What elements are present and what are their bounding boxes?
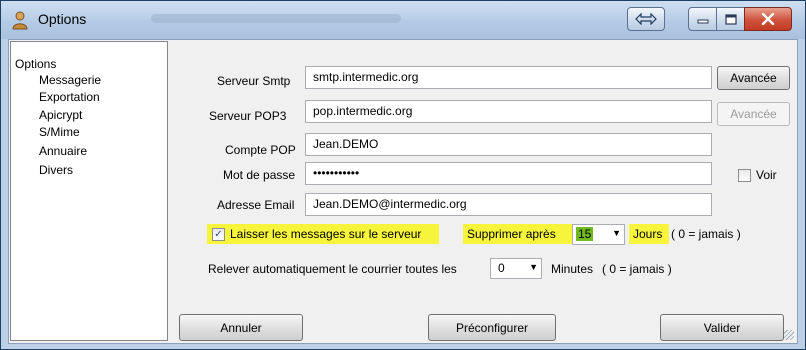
smtp-label: Serveur Smtp: [217, 74, 291, 88]
delete-after-days-value: 15: [576, 227, 594, 241]
app-icon: [12, 11, 28, 30]
leave-on-server-checkbox[interactable]: ✓: [212, 228, 225, 241]
email-label: Adresse Email: [217, 198, 295, 212]
window-title: Options: [38, 11, 87, 27]
delete-after-label: Supprimer après: [467, 227, 556, 241]
validate-button[interactable]: Valider: [660, 314, 784, 341]
minutes-unit-label: Minutes: [551, 262, 594, 276]
show-password-checkbox[interactable]: [738, 169, 751, 182]
smtp-server-field[interactable]: smtp.intermedic.org: [305, 66, 712, 89]
blurred-title-text: [151, 14, 401, 23]
preconfigure-button[interactable]: Préconfigurer: [428, 314, 556, 341]
maximize-button[interactable]: [716, 7, 745, 31]
days-note-label: ( 0 = jamais ): [671, 227, 741, 241]
leave-on-server-label: Laisser les messages sur le serveur: [230, 227, 422, 241]
maximize-icon: [724, 13, 737, 25]
smtp-advanced-button[interactable]: Avancée: [717, 66, 790, 90]
minimize-button[interactable]: [688, 7, 717, 31]
auto-check-label: Relever automatiquement le courrier tout…: [208, 262, 457, 276]
options-tree[interactable]: Options Messagerie Exportation Apicrypt …: [10, 41, 168, 341]
chevron-down-icon: ▼: [529, 262, 538, 272]
client-area: Options Messagerie Exportation Apicrypt …: [8, 39, 798, 344]
pop-account-field[interactable]: Jean.DEMO: [305, 133, 712, 156]
days-unit-label: Jours: [633, 227, 663, 241]
tree-item-apicrypt[interactable]: Apicrypt: [39, 108, 82, 122]
tree-item-messagerie[interactable]: Messagerie: [39, 73, 101, 87]
tree-item-smime[interactable]: S/Mime: [39, 125, 80, 139]
auto-check-minutes-value: 0: [498, 261, 505, 275]
double-arrow-icon: [635, 13, 657, 25]
email-field[interactable]: Jean.DEMO@intermedic.org: [305, 193, 712, 216]
tree-item-exportation[interactable]: Exportation: [39, 90, 100, 104]
resize-button[interactable]: [627, 7, 665, 31]
chevron-down-icon: ▼: [612, 228, 621, 238]
show-password-label: Voir: [756, 168, 777, 182]
options-window: Options Options Messagerie Exportation A…: [0, 0, 806, 350]
pop3-advanced-button[interactable]: Avancée: [717, 102, 790, 126]
minutes-note-label: ( 0 = jamais ): [602, 262, 672, 276]
tree-root-options[interactable]: Options: [15, 57, 56, 71]
pop3-server-field[interactable]: pop.intermedic.org: [305, 100, 712, 123]
title-bar[interactable]: Options: [1, 1, 805, 39]
pop3-label: Serveur POP3: [209, 109, 287, 123]
auto-check-minutes-select[interactable]: 0 ▼: [490, 258, 542, 279]
delete-after-days-select[interactable]: 15 ▼: [572, 224, 625, 245]
password-field[interactable]: •••••••••••: [305, 162, 712, 185]
cancel-button[interactable]: Annuler: [179, 314, 303, 341]
resize-grip[interactable]: [784, 330, 794, 340]
account-label: Compte POP: [225, 143, 296, 157]
close-button[interactable]: [744, 7, 792, 31]
password-label: Mot de passe: [223, 168, 296, 182]
tree-item-divers[interactable]: Divers: [39, 163, 73, 177]
minimize-icon: [697, 19, 708, 24]
tree-item-annuaire[interactable]: Annuaire: [39, 144, 87, 158]
close-icon: [761, 13, 775, 25]
